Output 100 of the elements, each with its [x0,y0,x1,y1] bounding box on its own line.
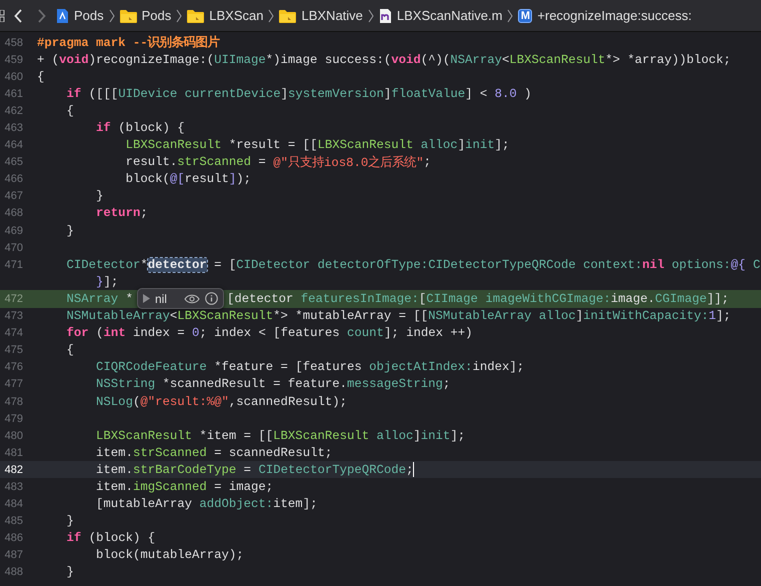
code-token: strBarCodeType [132,462,236,477]
code-token: for [66,326,89,340]
code-token: ; [140,206,148,220]
code-token: addObject: [199,497,274,512]
code-token: init [465,138,495,152]
code-token: *> *mutableArray = [[ [273,309,428,324]
variable-value: nil [154,292,168,306]
code-token: } [96,274,104,289]
code-token: @"result:%@" [140,394,229,409]
breadcrumb-item[interactable]: M +recognizeImage:success: [517,8,693,23]
code-token: *scannedResult = feature. [162,377,347,392]
breadcrumb-item[interactable]: LBXNative [278,8,364,23]
code-token: LBXScanResult [126,138,222,152]
code-token: C [752,258,760,272]
code-token: } [66,565,74,580]
line-number: 462 [4,104,24,117]
chevron-left-icon [14,8,23,22]
breadcrumb-item[interactable]: Pods [55,8,105,24]
eye-icon[interactable] [184,294,200,304]
line-number: 474 [4,327,24,340]
line-number: 475 [4,344,24,356]
line-number: 476 [4,361,24,374]
line-number: 484 [4,498,24,510]
code-token: = image; [214,480,274,494]
code-token: *item = [[ [199,428,274,443]
folder-icon [187,8,204,22]
code-token: UIImage [214,52,266,67]
breadcrumb-item[interactable]: LBXScan [186,8,264,23]
code-token: count [347,326,384,340]
code-token: alloc [420,138,458,152]
line-number: 458 [4,36,24,49]
code-token: ]; [716,309,731,324]
code-token: nil [642,258,664,272]
code-token: ] [458,138,466,152]
code-token: ] < [465,86,488,101]
code-token: item. [96,462,133,477]
code-token: ([[[ [88,86,118,101]
line-number: 480 [4,430,24,442]
code-token: + ( [37,52,60,67]
line-number: 477 [4,378,24,390]
info-icon[interactable] [204,292,218,306]
line-number: 464 [4,139,24,152]
code-token: ( [132,394,140,409]
code-token: ] [228,172,236,186]
breadcrumb-item[interactable]: Pods [118,8,172,23]
code-token: strScanned [132,446,207,460]
code-token: if [66,531,82,546]
code-token: @{ [730,258,746,272]
code-token: ]; [450,428,466,443]
code-token: LBXScanResult [317,138,414,152]
code-token: ]]; [706,292,729,306]
code-token: alloc [376,428,414,443]
code-token: ]; [494,138,510,152]
code-token: @"只支持ios8.0之后系统" [273,154,424,171]
code-token: void [391,52,421,67]
code-token: CGImage [655,292,707,306]
line-number: 481 [4,446,24,459]
code-token: context: [583,258,642,272]
code-token: NSString [96,377,156,392]
code-token: item]; [273,497,318,512]
folder-icon [120,8,137,22]
code-token: #pragma mark --识别条码图片 [37,34,220,52]
code-token: objectAtIndex: [369,360,472,374]
code-token: ] [280,86,288,101]
code-token: [mutableArray [96,497,192,512]
code-token: CIDetector [236,258,310,272]
code-token: detectorOfType: [317,258,428,272]
code-token: image. [610,292,656,306]
play-icon [142,294,150,304]
code-token: } [96,189,104,204]
code-token: * [140,258,148,272]
code-token: featuresInImage: [300,292,419,306]
code-token: < [170,309,178,324]
breadcrumb-item[interactable]: LBXScanNative.m [378,8,504,24]
code-token: *result = [[ [228,138,318,152]
chevron-icon [108,8,115,22]
line-number: 478 [4,396,24,408]
code-token: ] [384,86,392,101]
code-token: ; [424,155,431,170]
code-token: floatValue [391,86,466,101]
line-number: 459 [4,54,24,66]
code-token: NSArray [66,292,118,306]
code-token: init [420,428,450,443]
code-token: ) [524,86,532,101]
code-token: result [184,172,229,186]
value-popover[interactable]: nil [136,288,224,310]
code-token: initWithCapacity: [583,309,709,324]
grid-icon[interactable] [0,10,5,22]
code-token: (block) { [88,531,156,546]
code-token: strScanned [177,155,252,170]
line-number: 471 [4,258,24,271]
code-token: 0 [192,326,200,340]
code-token: return [96,206,140,220]
code-token: messageString [346,377,443,392]
code-token: LBXScanResult [177,309,274,324]
code-token: NSLog [96,394,133,409]
chevron-icon [176,8,182,22]
code-token: ( [96,326,104,340]
code-token: ]; [103,274,118,289]
code-token: if [96,121,111,136]
